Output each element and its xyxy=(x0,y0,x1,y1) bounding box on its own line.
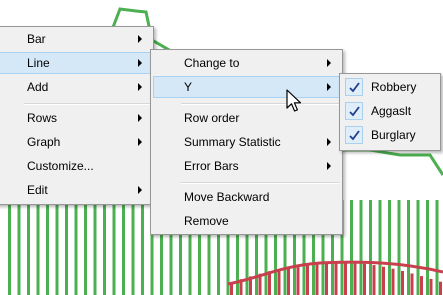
line-submenu: Change to Y Row order Summary Statistic … xyxy=(150,49,343,235)
submenu-arrow-icon xyxy=(138,83,142,91)
submenu-arrow-icon xyxy=(138,138,142,146)
red-bar xyxy=(382,266,385,295)
menu-item-burglary[interactable]: Burglary xyxy=(342,125,438,147)
submenu-arrow-icon xyxy=(138,59,142,67)
menu-item-label: Summary Statistic xyxy=(184,135,281,149)
menu-item-y[interactable]: Y xyxy=(153,76,340,98)
checkmark-icon xyxy=(345,126,363,144)
green-bar xyxy=(388,200,391,295)
submenu-arrow-icon xyxy=(327,162,331,170)
submenu-arrow-icon xyxy=(138,114,142,122)
green-bar xyxy=(27,200,30,295)
red-bar xyxy=(401,271,404,295)
red-bar xyxy=(334,262,338,295)
green-bar xyxy=(397,200,401,295)
submenu-arrow-icon xyxy=(138,35,142,43)
red-bar xyxy=(287,266,290,295)
red-bar xyxy=(363,263,366,295)
green-bar xyxy=(407,200,410,295)
menu-item-robbery[interactable]: Robbery xyxy=(342,77,438,99)
green-bar xyxy=(378,200,382,295)
menu-item-label: Graph xyxy=(27,135,61,149)
green-bar xyxy=(122,200,125,295)
red-bar xyxy=(325,262,328,295)
green-bar xyxy=(46,200,49,295)
green-bar xyxy=(103,200,106,295)
submenu-arrow-icon xyxy=(327,83,331,91)
menu-item-aggaslt[interactable]: Aggaslt xyxy=(342,101,438,123)
menu-item-label: Add xyxy=(27,80,49,94)
green-bar xyxy=(416,200,420,295)
menu-item-customize[interactable]: Customize... xyxy=(0,155,151,177)
green-bar xyxy=(426,200,429,295)
green-bar xyxy=(350,200,353,295)
menu-item-remove[interactable]: Remove xyxy=(153,210,340,232)
menu-item-change-to[interactable]: Change to xyxy=(153,52,340,74)
menu-item-label: Error Bars xyxy=(184,159,239,173)
menu-item-bar[interactable]: Bar xyxy=(0,28,151,50)
green-bar xyxy=(369,200,372,295)
red-bar xyxy=(344,262,347,295)
red-bar xyxy=(296,265,300,295)
green-bar xyxy=(112,200,116,295)
submenu-arrow-icon xyxy=(138,186,142,194)
red-bar xyxy=(429,278,433,295)
menu-item-move-backward[interactable]: Move Backward xyxy=(153,186,340,208)
menu-item-label: Aggaslt xyxy=(371,104,412,118)
green-bar xyxy=(359,200,363,295)
submenu-arrow-icon xyxy=(327,59,331,67)
green-bar xyxy=(93,200,97,295)
green-bar xyxy=(141,200,144,295)
menu-item-line[interactable]: Line xyxy=(0,52,151,74)
submenu-arrow-icon xyxy=(327,138,331,146)
menu-item-label: Line xyxy=(27,56,50,70)
menu-item-label: Row order xyxy=(184,111,240,125)
green-bar xyxy=(8,200,11,295)
menu-item-graph[interactable]: Graph xyxy=(0,131,151,153)
y-submenu: Robbery Aggaslt Burglary xyxy=(339,73,441,151)
green-bar xyxy=(84,200,87,295)
green-bar xyxy=(65,200,68,295)
menu-item-label: Move Backward xyxy=(184,190,270,204)
red-bar xyxy=(391,268,395,295)
checkmark-icon xyxy=(345,102,363,120)
menu-item-label: Rows xyxy=(27,111,58,125)
menu-item-summary-statistic[interactable]: Summary Statistic xyxy=(153,131,340,153)
menu-separator xyxy=(181,103,339,105)
red-bar xyxy=(268,271,271,295)
menu-separator xyxy=(24,103,150,105)
menu-separator xyxy=(181,182,339,184)
menu-item-row-order[interactable]: Row order xyxy=(153,107,340,129)
checkmark-icon xyxy=(345,78,363,96)
red-bar xyxy=(372,265,376,295)
menu-item-label: Remove xyxy=(184,214,229,228)
red-bar xyxy=(277,269,281,295)
menu-item-label: Edit xyxy=(27,183,48,197)
context-menu: Bar Line Add Rows Graph Customize... Edi… xyxy=(0,26,154,205)
green-bar xyxy=(74,200,78,295)
red-bar xyxy=(315,262,319,295)
menu-item-label: Robbery xyxy=(371,80,417,94)
menu-item-rows[interactable]: Rows xyxy=(0,107,151,129)
green-bar xyxy=(55,200,59,295)
red-bar xyxy=(439,281,442,295)
green-bar xyxy=(36,200,40,295)
green-bar xyxy=(131,200,135,295)
red-bar xyxy=(410,273,414,295)
green-bar xyxy=(17,200,21,295)
menu-item-label: Y xyxy=(184,80,193,94)
menu-item-add[interactable]: Add xyxy=(0,76,151,98)
menu-item-error-bars[interactable]: Error Bars xyxy=(153,155,340,177)
menu-item-label: Customize... xyxy=(27,159,94,173)
red-bar xyxy=(353,262,357,295)
menu-item-label: Change to xyxy=(184,56,240,70)
menu-item-label: Bar xyxy=(27,32,46,46)
red-bar xyxy=(306,263,309,295)
menu-item-edit[interactable]: Edit xyxy=(0,179,151,201)
mouse-pointer-icon xyxy=(286,89,302,112)
red-bar xyxy=(420,276,423,295)
green-bar xyxy=(435,200,439,295)
menu-item-label: Burglary xyxy=(371,128,416,142)
